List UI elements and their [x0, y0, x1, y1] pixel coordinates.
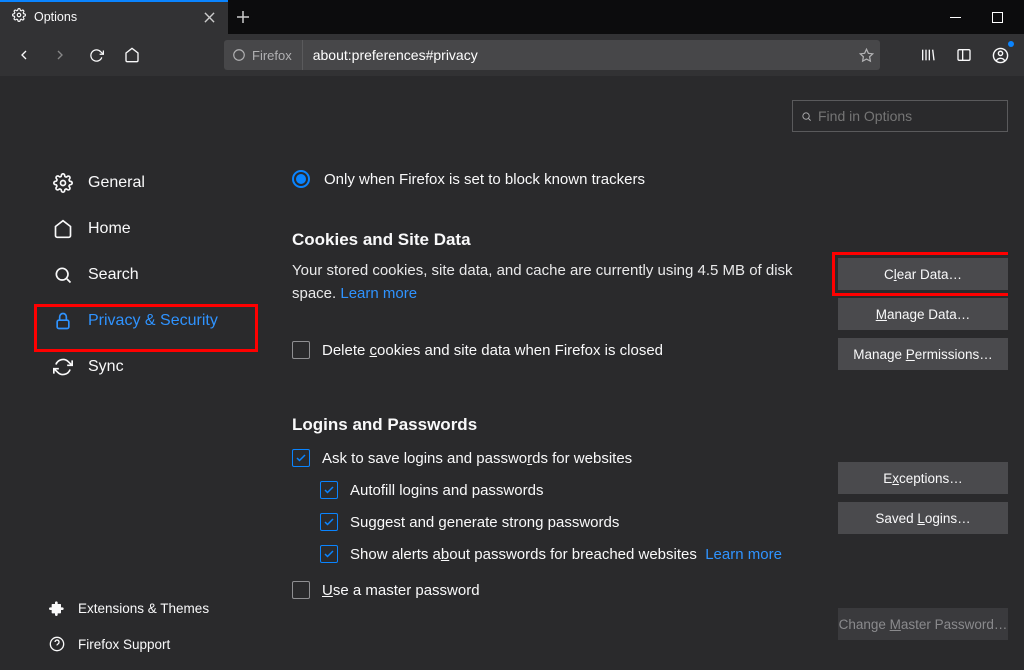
firefox-logo-icon — [232, 48, 246, 62]
tab-options[interactable]: Options — [0, 0, 228, 34]
sidebar-item-home[interactable]: Home — [40, 206, 256, 252]
checkbox-checked[interactable] — [320, 481, 338, 499]
gear-icon — [52, 173, 74, 193]
sidebar-item-label: Search — [88, 266, 139, 284]
new-tab-button[interactable] — [228, 0, 258, 34]
cookies-heading: Cookies and Site Data — [292, 230, 1008, 250]
footer-label: Firefox Support — [78, 637, 170, 652]
checkbox-unchecked[interactable] — [292, 581, 310, 599]
sidebar-item-search[interactable]: Search — [40, 252, 256, 298]
radio-selected[interactable] — [292, 170, 310, 188]
urlbar[interactable]: Firefox about:preferences#privacy — [224, 40, 880, 70]
extensions-themes-link[interactable]: Extensions & Themes — [48, 590, 209, 626]
sidebar-item-label: Privacy & Security — [88, 312, 218, 330]
identity-label: Firefox — [252, 48, 292, 63]
home-button[interactable] — [116, 39, 148, 71]
footer-links: Extensions & Themes Firefox Support — [48, 590, 209, 662]
back-button[interactable] — [8, 39, 40, 71]
sidebar-item-label: Sync — [88, 358, 124, 376]
search-icon — [52, 265, 74, 285]
firefox-support-link[interactable]: Firefox Support — [48, 626, 209, 662]
manage-data-button[interactable]: Manage Data… — [838, 298, 1008, 330]
sidebar-item-privacy[interactable]: Privacy & Security — [40, 298, 256, 344]
checkbox-checked[interactable] — [292, 449, 310, 467]
cookies-description: Your stored cookies, site data, and cach… — [292, 260, 802, 305]
saved-logins-button[interactable]: Saved Logins… — [838, 502, 1008, 534]
sidebar-item-label: Home — [88, 220, 131, 238]
change-master-password-button: Change Master Password… — [838, 608, 1008, 640]
sync-icon — [52, 357, 74, 377]
tracker-option-label: Only when Firefox is set to block known … — [324, 171, 645, 188]
find-input[interactable] — [818, 108, 999, 124]
breach-alerts-row[interactable]: Show alerts about passwords for breached… — [320, 545, 1008, 563]
library-icon[interactable] — [912, 39, 944, 71]
breach-learn-more-link[interactable]: Learn more — [705, 546, 782, 563]
tab-title: Options — [34, 10, 194, 24]
window-controls — [934, 0, 1024, 34]
footer-label: Extensions & Themes — [78, 601, 209, 616]
bookmark-star-icon[interactable] — [852, 48, 880, 63]
cookies-learn-more-link[interactable]: Learn more — [340, 285, 417, 302]
checkbox-unchecked[interactable] — [292, 341, 310, 359]
navbar: Firefox about:preferences#privacy — [0, 34, 1024, 76]
autofill-label: Autofill logins and passwords — [350, 482, 543, 499]
search-icon — [801, 110, 812, 123]
logins-heading: Logins and Passwords — [292, 415, 1008, 435]
sidebar-item-sync[interactable]: Sync — [40, 344, 256, 390]
master-password-label: Use a master password — [322, 582, 480, 599]
main-panel: Only when Firefox is set to block known … — [292, 146, 1008, 670]
find-in-options[interactable] — [792, 100, 1008, 132]
account-icon[interactable] — [984, 39, 1016, 71]
maximize-button[interactable] — [976, 3, 1018, 31]
url-identity[interactable]: Firefox — [224, 40, 303, 70]
reload-button[interactable] — [80, 39, 112, 71]
suggest-label: Suggest and generate strong passwords — [350, 514, 619, 531]
titlebar: Options — [0, 0, 1024, 34]
lock-icon — [52, 311, 74, 331]
checkbox-checked[interactable] — [320, 513, 338, 531]
sidebar-item-label: General — [88, 174, 145, 192]
account-notification-dot — [1008, 41, 1014, 47]
master-password-row[interactable]: Use a master password — [292, 581, 1008, 599]
tracker-option-row[interactable]: Only when Firefox is set to block known … — [292, 170, 1008, 188]
checkbox-checked[interactable] — [320, 545, 338, 563]
help-icon — [48, 636, 66, 652]
home-icon — [52, 219, 74, 239]
url-text[interactable]: about:preferences#privacy — [303, 47, 852, 63]
category-sidebar: General Home Search Privacy & Security S… — [40, 160, 256, 390]
addons-icon — [48, 600, 66, 616]
preferences-content: General Home Search Privacy & Security S… — [0, 76, 1024, 670]
manage-permissions-button[interactable]: Manage Permissions… — [838, 338, 1008, 370]
gear-icon — [12, 8, 26, 27]
sidebar-item-general[interactable]: General — [40, 160, 256, 206]
close-tab-icon[interactable] — [202, 10, 216, 24]
minimize-button[interactable] — [934, 3, 976, 31]
delete-cookies-label: Delete cookies and site data when Firefo… — [322, 342, 663, 359]
breach-alerts-label: Show alerts about passwords for breached… — [350, 546, 782, 563]
forward-button[interactable] — [44, 39, 76, 71]
sidebar-toggle-icon[interactable] — [948, 39, 980, 71]
clear-data-button[interactable]: Clear Data… — [838, 258, 1008, 290]
ask-save-label: Ask to save logins and passwords for web… — [322, 450, 632, 467]
exceptions-button[interactable]: Exceptions… — [838, 462, 1008, 494]
